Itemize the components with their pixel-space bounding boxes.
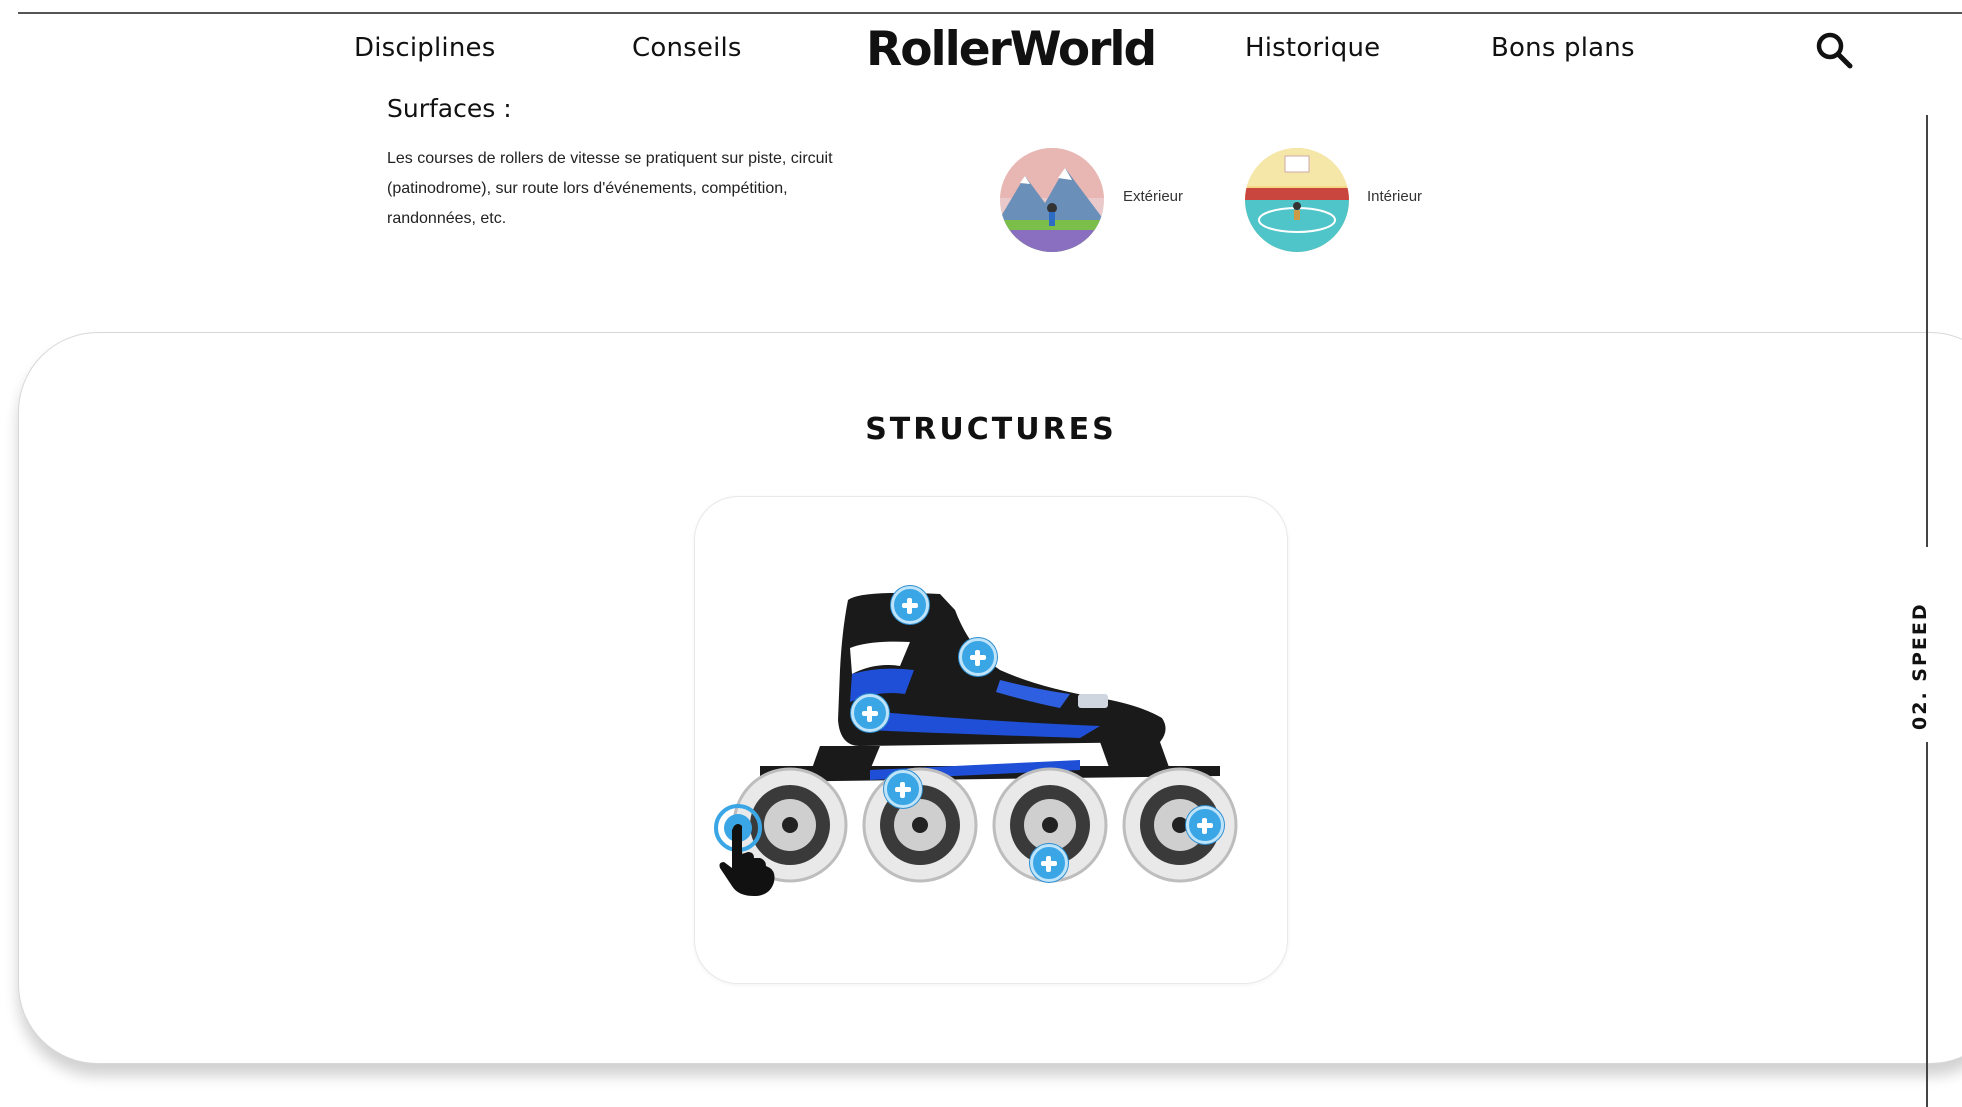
section-progress-line: [1926, 115, 1928, 547]
speed-skate-image: [732, 592, 1238, 883]
section-progress-line: [1926, 742, 1928, 1107]
site-logo[interactable]: RollerWorld: [866, 22, 1157, 77]
plus-circle-icon[interactable]: [959, 638, 997, 676]
surface-label-interieur: Intérieur: [1367, 188, 1423, 205]
nav-link-conseils[interactable]: Conseils: [632, 33, 742, 63]
top-border: [18, 12, 1962, 14]
section-indicator-label[interactable]: 02. SPEED: [1909, 602, 1931, 730]
surfaces-title: Surfaces :: [387, 94, 512, 123]
plus-circle-icon[interactable]: [891, 586, 929, 624]
surfaces-description: Les courses de rollers de vitesse se pra…: [387, 150, 833, 227]
plus-circle-icon[interactable]: [851, 694, 889, 732]
plus-circle-icon[interactable]: [884, 770, 922, 808]
nav-link-disciplines[interactable]: Disciplines: [354, 33, 495, 63]
nav-link-bons-plans[interactable]: Bons plans: [1491, 33, 1635, 63]
plus-circle-icon[interactable]: [1030, 844, 1068, 882]
tap-hand-icon: [714, 804, 775, 896]
surface-label-exterieur: Extérieur: [1123, 188, 1184, 205]
nav-link-historique[interactable]: Historique: [1245, 33, 1380, 63]
outdoor-mountain-illustration: [1000, 148, 1104, 252]
plus-circle-icon[interactable]: [1186, 806, 1224, 844]
search-icon[interactable]: [1814, 30, 1854, 70]
indoor-rink-illustration: [1245, 148, 1349, 252]
structures-title: STRUCTURES: [865, 412, 1117, 447]
